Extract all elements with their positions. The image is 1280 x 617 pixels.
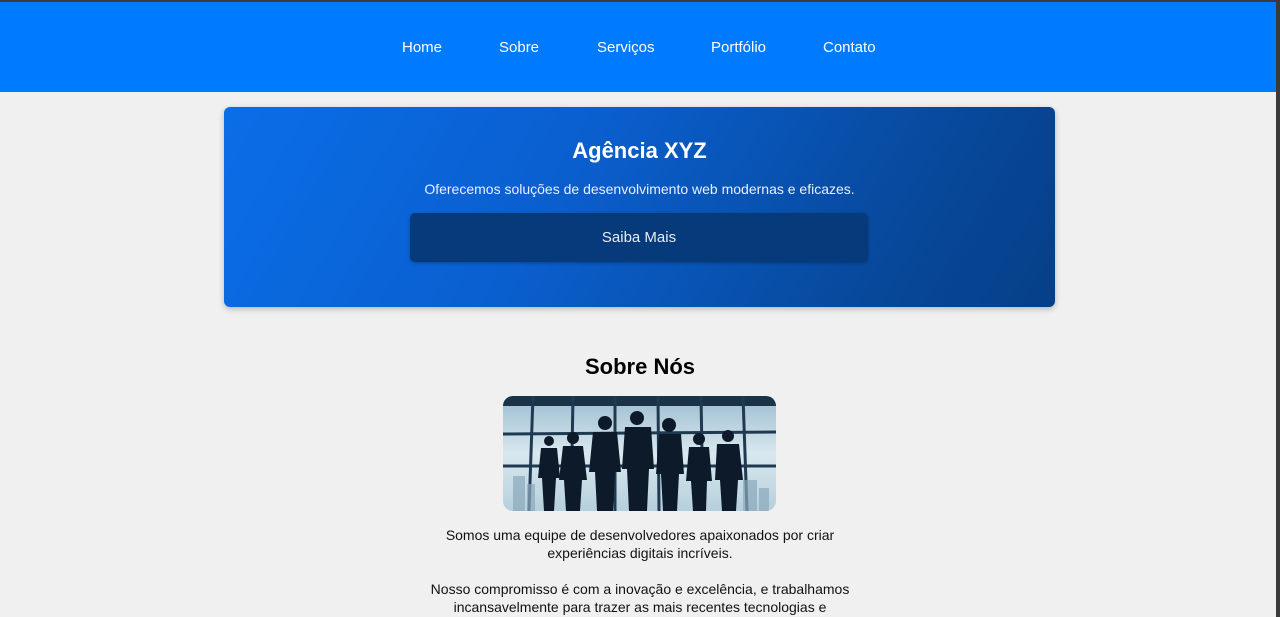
about-title: Sobre Nós (584, 354, 696, 379)
nav-link-portfolio[interactable]: Portfólio (711, 39, 766, 57)
page: Home Sobre Serviços Portfólio Contato Ag… (0, 0, 1280, 617)
about-paragraph-2: Nosso compromisso é com a inovação e exc… (430, 581, 850, 615)
team-silhouette-image (503, 396, 776, 511)
nav-link-servicos[interactable]: Serviços (597, 39, 655, 57)
nav-link-home[interactable]: Home (402, 39, 442, 57)
nav-link-sobre[interactable]: Sobre (499, 39, 539, 57)
about-paragraph-1: Somos uma equipe de desenvolvedores apai… (445, 527, 835, 561)
top-navbar: Home Sobre Serviços Portfólio Contato (0, 0, 1276, 92)
hero-banner: Agência XYZ Oferecemos soluções de desen… (224, 107, 1055, 307)
hero-title: Agência XYZ (572, 138, 707, 163)
saiba-mais-button[interactable]: Saiba Mais (410, 213, 868, 262)
window-edge (1276, 0, 1280, 617)
nav-link-contato[interactable]: Contato (823, 39, 876, 57)
hero-subtitle: Oferecemos soluções de desenvolvimento w… (424, 181, 855, 197)
